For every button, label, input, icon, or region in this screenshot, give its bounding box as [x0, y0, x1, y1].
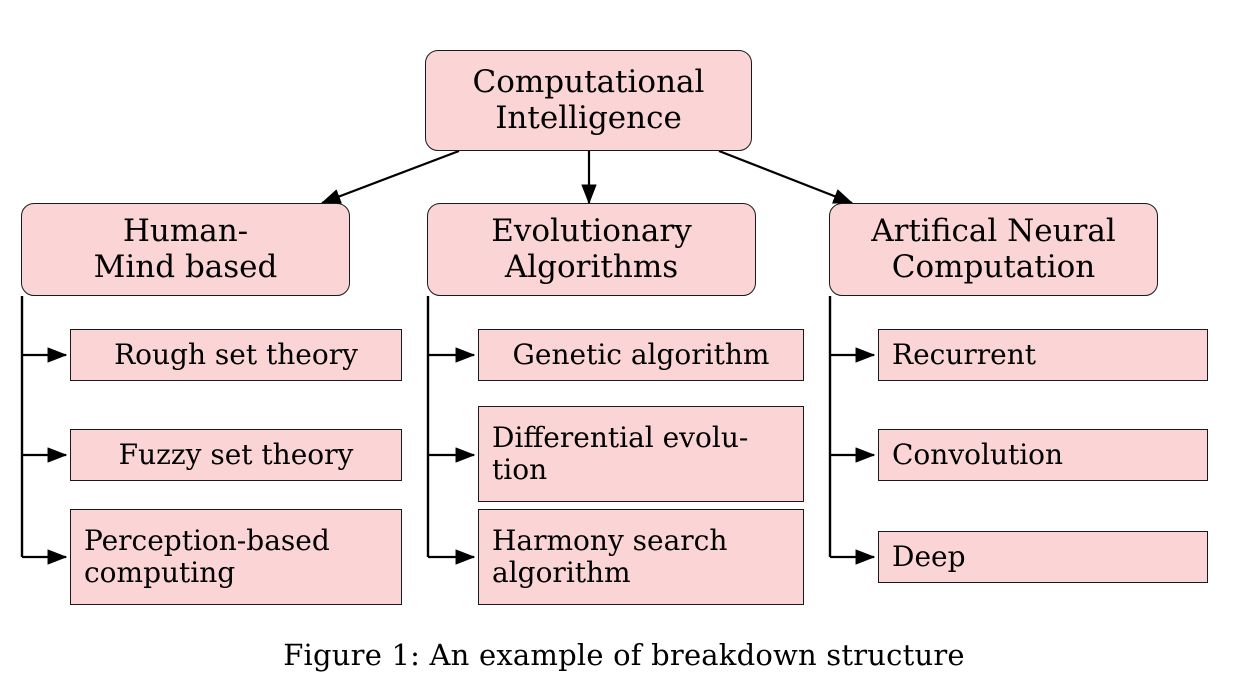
node-label-line: Human- — [122, 212, 249, 249]
node-label-line: Computational — [472, 63, 705, 100]
edge-root-to-human-mind — [320, 149, 460, 205]
node-label-line: Perception-based — [84, 523, 330, 557]
node-label-line: Recurrent — [892, 337, 1036, 371]
node-label-line: Deep — [892, 539, 966, 573]
edge-root-to-neural — [718, 149, 854, 205]
node-label-line: Intelligence — [495, 99, 682, 136]
node-differential-evolution[interactable]: Differential evolu- tion — [478, 406, 804, 502]
node-rough-set-theory[interactable]: Rough set theory — [70, 329, 402, 381]
node-computational-intelligence[interactable]: Computational Intelligence — [425, 50, 752, 151]
node-evolutionary-algorithms[interactable]: Evolutionary Algorithms — [427, 203, 756, 296]
node-harmony-search-algorithm[interactable]: Harmony search algorithm — [478, 509, 804, 605]
breakdown-structure-figure: Computational Intelligence Human- Mind b… — [0, 0, 1248, 698]
node-label-line: Fuzzy set theory — [118, 437, 354, 471]
node-label-line: Differential evolu- — [492, 420, 749, 454]
node-label-line: Algorithms — [504, 248, 679, 285]
node-label-line: Genetic algorithm — [512, 337, 770, 371]
node-label-line: algorithm — [492, 556, 631, 589]
node-label-line: Computation — [891, 248, 1096, 285]
node-genetic-algorithm[interactable]: Genetic algorithm — [478, 329, 804, 381]
node-label-line: computing — [84, 556, 236, 589]
node-deep[interactable]: Deep — [878, 531, 1208, 583]
node-label-line: Harmony search — [492, 523, 728, 557]
node-recurrent[interactable]: Recurrent — [878, 329, 1208, 381]
node-label-line: Rough set theory — [114, 337, 358, 371]
figure-caption: Figure 1: An example of breakdown struct… — [283, 638, 965, 672]
node-label-line: Mind based — [93, 248, 278, 285]
node-perception-based-computing[interactable]: Perception-based computing — [70, 509, 402, 605]
node-fuzzy-set-theory[interactable]: Fuzzy set theory — [70, 429, 402, 481]
node-label-line: Convolution — [892, 437, 1064, 471]
node-artifical-neural-computation[interactable]: Artifical Neural Computation — [829, 203, 1158, 296]
node-convolution[interactable]: Convolution — [878, 429, 1208, 481]
node-label-line: tion — [492, 453, 548, 486]
node-human-mind-based[interactable]: Human- Mind based — [21, 203, 350, 296]
node-label-line: Artifical Neural — [871, 212, 1116, 249]
node-label-line: Evolutionary — [491, 212, 692, 249]
